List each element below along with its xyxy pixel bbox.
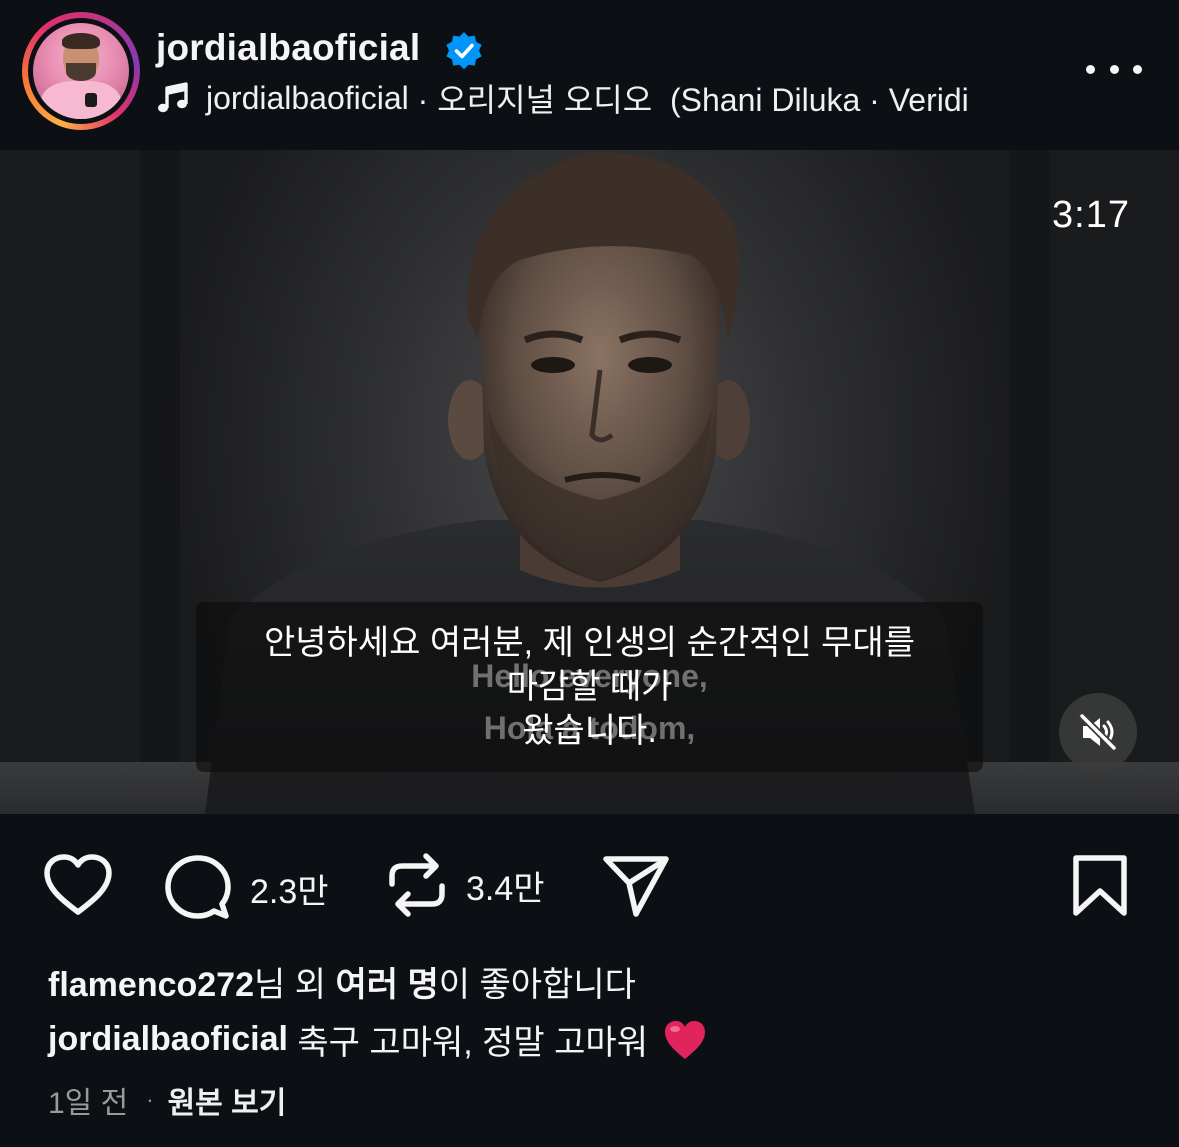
save-button[interactable] [1070, 854, 1130, 918]
comment-icon [165, 855, 231, 919]
post-header: jordialbaoficial jordialbaoficial · 오리지널… [0, 0, 1179, 150]
music-note-icon [158, 82, 188, 113]
mute-toggle-button[interactable] [1059, 693, 1137, 771]
separator-dot: · [146, 1087, 154, 1112]
story-ring[interactable] [22, 12, 140, 130]
others-link[interactable]: 여러 명 [335, 966, 438, 1004]
repost-count: 3.4만 [466, 869, 545, 908]
comment-count: 2.3만 [250, 872, 329, 911]
audio-label: · 오리지널 오디오 (Shani Diluka · Veridi [408, 82, 969, 118]
video-player[interactable]: 3:17 Hello everyone, Hola a todom, 안녕하세요… [0, 150, 1179, 814]
post-meta: 1일 전 · 원본 보기 [48, 1078, 286, 1122]
avatar[interactable] [33, 23, 129, 119]
audio-artist: jordialbaoficial [206, 79, 409, 116]
repost-button[interactable]: 3.4만 [386, 852, 545, 918]
comment-button[interactable]: 2.3만 [164, 854, 329, 922]
heart-icon [44, 854, 112, 915]
audio-link[interactable]: jordialbaoficial · 오리지널 오디오 (Shani Diluk… [156, 78, 969, 118]
bookmark-icon [1073, 855, 1127, 916]
subtitle-line: 왔습니다. [522, 712, 657, 750]
speaker-muted-icon [1078, 712, 1118, 752]
action-bar: 2.3만 3.4만 [0, 814, 1179, 954]
like-button[interactable] [42, 854, 114, 918]
share-button[interactable] [602, 854, 670, 918]
caption-username[interactable]: jordialbaoficial [48, 1020, 288, 1059]
instagram-post: jordialbaoficial jordialbaoficial · 오리지널… [0, 0, 1179, 1147]
more-dot-icon [1109, 64, 1119, 74]
repost-icon [389, 853, 445, 917]
liker-username[interactable]: flamenco272 [48, 966, 254, 1004]
red-heart-emoji-icon [664, 1020, 705, 1059]
subtitle-line: 마감할 때가 [506, 668, 673, 706]
send-icon [603, 856, 669, 917]
more-dot-icon [1086, 64, 1095, 74]
view-original-button[interactable]: 원본 보기 [168, 1078, 287, 1122]
more-options-button[interactable] [1086, 52, 1142, 86]
likes-summary[interactable]: flamenco272님 외 여러 명이 좋아합니다 [48, 957, 636, 1006]
username[interactable]: jordialbaoficial [156, 27, 420, 69]
verified-badge-icon [446, 32, 482, 70]
subtitle-box: Hello everyone, Hola a todom, 안녕하세요 여러분,… [196, 602, 983, 772]
subtitle-line: 안녕하세요 여러분, 제 인생의 순간적인 무대를 [264, 624, 915, 662]
timestamp: 1일 전 [48, 1087, 129, 1120]
caption-body: 축구 고마워, 정말 고마워 [287, 1024, 648, 1062]
more-dot-icon [1133, 64, 1142, 74]
time-remaining: 3:17 [1052, 194, 1130, 236]
post-caption: jordialbaoficial 축구 고마워, 정말 고마워 [48, 1015, 708, 1064]
